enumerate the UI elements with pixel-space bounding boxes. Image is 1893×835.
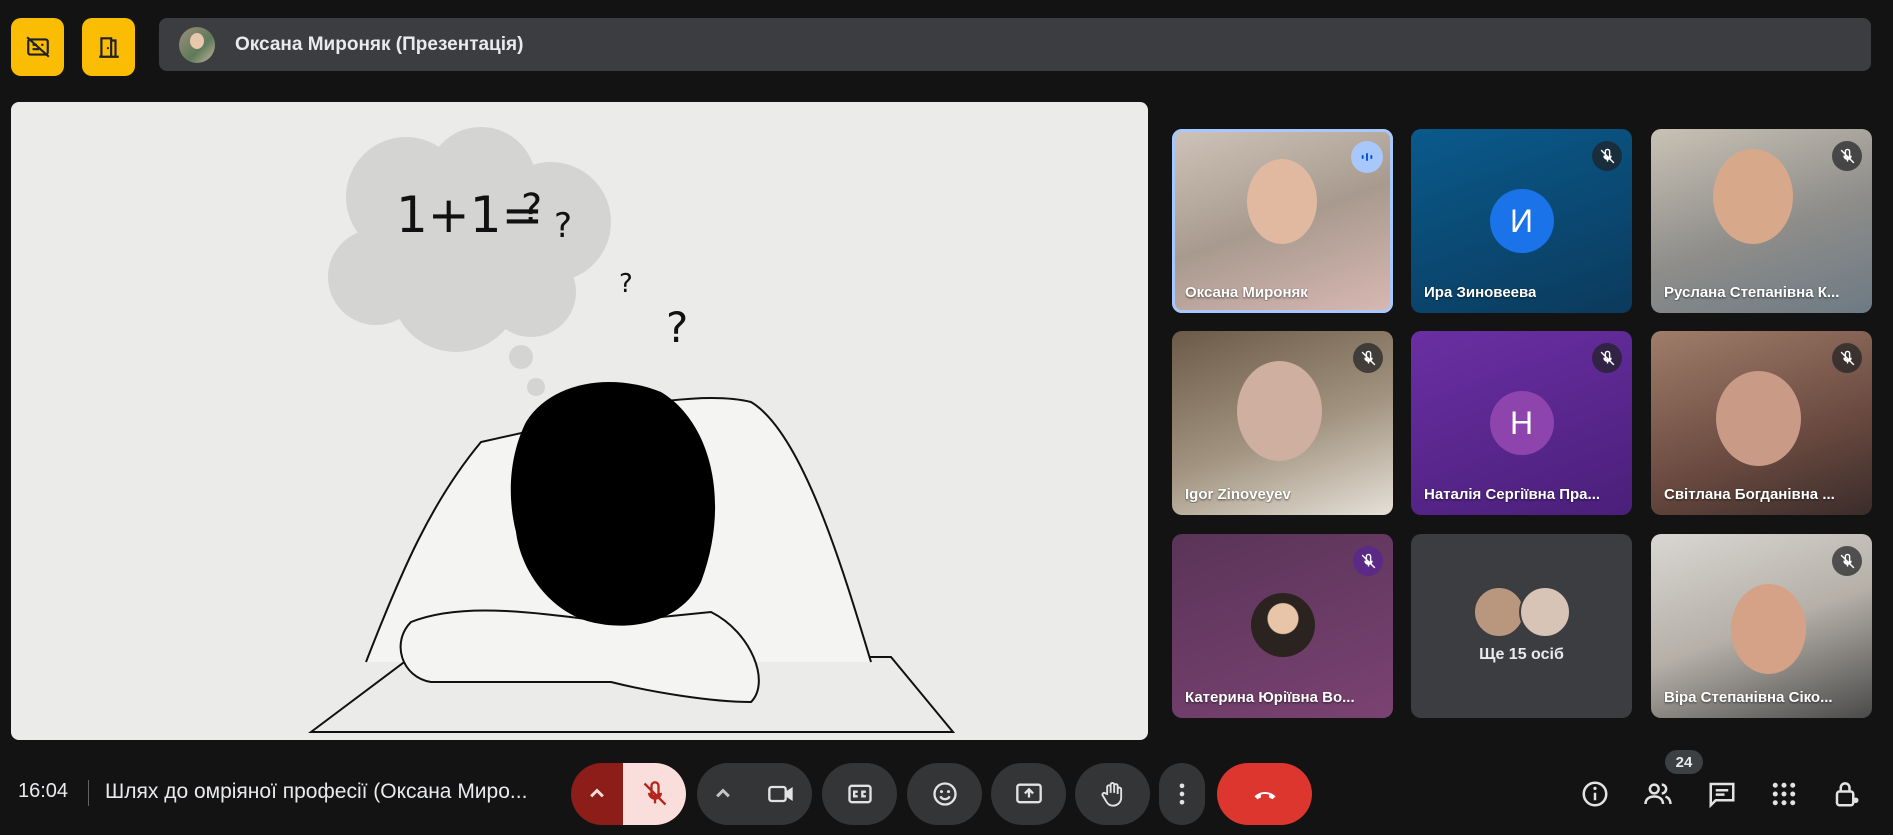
captions-button[interactable] — [822, 763, 897, 825]
mic-off-icon — [1592, 141, 1622, 171]
participant-name: Віра Степанівна Сіко... — [1664, 689, 1833, 706]
presentation-stage: 1+1= ? ? ? ? — [11, 102, 1148, 740]
participant-video — [1731, 584, 1806, 674]
participant-video — [1237, 361, 1322, 461]
question-mark: ? — [554, 206, 572, 246]
participant-name: Руслана Степанівна К... — [1664, 284, 1840, 301]
hand-icon — [1101, 782, 1122, 807]
more-vert-icon — [1179, 783, 1185, 805]
question-mark: ? — [619, 269, 633, 299]
camera-icon — [767, 785, 793, 803]
apps-grid-icon — [1772, 782, 1796, 806]
participant-name: Катерина Юріївна Во... — [1185, 689, 1355, 706]
mic-toggle-button[interactable] — [623, 763, 686, 825]
participant-name: Ира Зиновеева — [1424, 284, 1537, 301]
divider — [88, 780, 89, 806]
meeting-details-button[interactable] — [1575, 774, 1615, 814]
avatar — [1519, 586, 1571, 638]
more-participants-tile[interactable]: Ще 15 осіб — [1411, 534, 1632, 718]
participant-name: Наталія Сергіївна Пра... — [1424, 486, 1601, 503]
closed-captions-icon — [847, 784, 872, 804]
chat-button[interactable] — [1702, 774, 1742, 814]
present-screen-button[interactable] — [991, 763, 1066, 825]
captions-off-button[interactable] — [11, 18, 64, 76]
avatar: Н — [1489, 391, 1554, 455]
mic-off-icon — [643, 781, 666, 806]
participant-video — [1716, 371, 1801, 466]
participant-tile[interactable]: Катерина Юріївна Во... — [1172, 534, 1393, 718]
audio-settings-button[interactable] — [571, 763, 623, 825]
leave-call-button[interactable] — [1217, 763, 1312, 825]
participant-name: Igor Zinoveyev — [1185, 486, 1291, 503]
emoji-icon — [932, 782, 957, 806]
lock-person-icon — [1835, 782, 1859, 807]
mic-off-icon — [1832, 141, 1862, 171]
participant-name: Оксана Мироняк — [1185, 284, 1308, 301]
chevron-up-icon — [716, 788, 730, 798]
info-icon — [1582, 781, 1608, 807]
participant-video — [1247, 159, 1317, 244]
avatar: И — [1489, 189, 1554, 253]
mic-off-icon — [1832, 343, 1862, 373]
avatar — [179, 26, 215, 63]
present-icon — [1015, 783, 1042, 804]
people-button[interactable] — [1638, 774, 1678, 814]
video-settings-button[interactable] — [697, 763, 749, 825]
participant-tile[interactable]: Світлана Богданівна ... — [1651, 331, 1872, 515]
question-mark: ? — [666, 303, 688, 352]
participant-name: Світлана Богданівна ... — [1664, 486, 1835, 503]
presenter-name: Оксана Мироняк (Презентація) — [235, 33, 524, 55]
activities-button[interactable] — [1764, 774, 1804, 814]
avatar — [1473, 586, 1525, 638]
clock: 16:04 — [18, 780, 69, 802]
participant-tile[interactable]: Віра Степанівна Сіко... — [1651, 534, 1872, 718]
participant-tile[interactable]: Оксана Мироняк — [1172, 129, 1393, 313]
presenter-bar[interactable]: Оксана Мироняк (Презентація) — [159, 18, 1871, 71]
camera-toggle-button[interactable] — [749, 763, 812, 825]
host-controls-button[interactable] — [1827, 774, 1867, 814]
meeting-title: Шлях до омріяної професії (Оксана Миро..… — [105, 780, 528, 803]
question-mark: ? — [521, 186, 542, 232]
participant-tile[interactable]: И Ира Зиновеева — [1411, 129, 1632, 313]
more-participants-label: Ще 15 осіб — [1479, 646, 1564, 663]
participant-video — [1713, 149, 1793, 244]
mic-off-icon — [1353, 343, 1383, 373]
speaking-indicator-icon — [1351, 141, 1383, 173]
chevron-up-icon — [590, 788, 604, 798]
reactions-button[interactable] — [907, 763, 982, 825]
raise-hand-button[interactable] — [1075, 763, 1150, 825]
meet-window: Оксана Мироняк (Презентація) 1+1= ? ? ? … — [0, 0, 1893, 835]
slide-illustration: 1+1= ? ? ? ? — [308, 127, 956, 733]
chat-icon — [1709, 782, 1735, 809]
exit-door-icon — [98, 37, 119, 58]
hang-up-icon — [1254, 791, 1275, 800]
people-icon — [1644, 783, 1672, 805]
mic-off-icon — [1353, 546, 1383, 576]
people-count-badge: 24 — [1665, 750, 1703, 774]
participant-tile[interactable]: Руслана Степанівна К... — [1651, 129, 1872, 313]
avatar — [1251, 593, 1315, 657]
participant-tile[interactable]: Igor Zinoveyev — [1172, 331, 1393, 515]
closed-captions-off-icon — [25, 36, 50, 58]
mic-off-icon — [1592, 343, 1622, 373]
more-options-button[interactable] — [1159, 763, 1205, 825]
participant-tile[interactable]: Н Наталія Сергіївна Пра... — [1411, 331, 1632, 515]
mic-off-icon — [1832, 546, 1862, 576]
exit-room-button[interactable] — [82, 18, 135, 76]
